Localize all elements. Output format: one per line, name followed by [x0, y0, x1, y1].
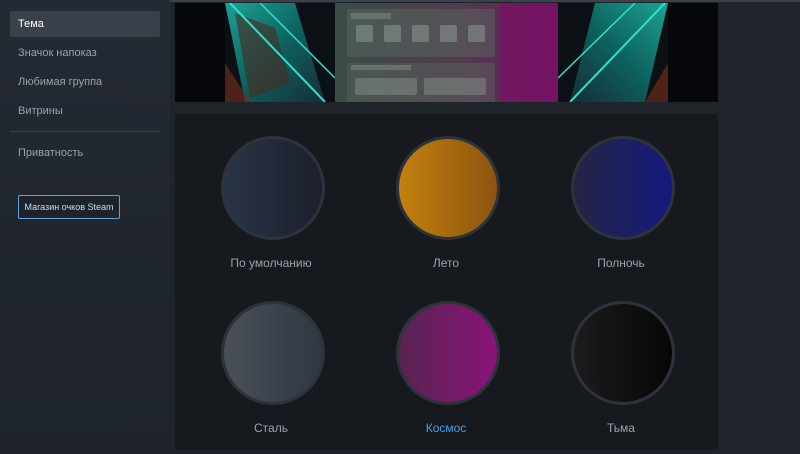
points-shop-button[interactable]: Магазин очков Steam: [18, 195, 120, 219]
sidebar-item-featured-badge[interactable]: Значок напоказ: [10, 40, 160, 66]
theme-swatch: [221, 301, 325, 405]
theme-swatch: [221, 136, 325, 240]
sidebar: Тема Значок напоказ Любимая группа Витри…: [0, 0, 170, 454]
top-border: [170, 0, 800, 2]
theme-label: Сталь: [254, 421, 288, 435]
theme-label: По умолчанию: [230, 256, 312, 270]
theme-preview-image: [175, 3, 718, 102]
theme-swatch: [396, 136, 500, 240]
sidebar-item-showcases[interactable]: Витрины: [10, 98, 160, 124]
sidebar-item-theme[interactable]: Тема: [10, 11, 160, 37]
theme-label: Полночь: [597, 256, 645, 270]
theme-label: Тьма: [607, 421, 635, 435]
theme-swatch: [396, 301, 500, 405]
sidebar-divider: [10, 131, 160, 132]
sidebar-item-favorite-group[interactable]: Любимая группа: [10, 69, 160, 95]
theme-swatch: [571, 136, 675, 240]
theme-picker-panel: По умолчанию Лето Полночь Сталь Космос Т…: [175, 114, 718, 450]
theme-swatch: [571, 301, 675, 405]
sidebar-item-privacy[interactable]: Приватность: [10, 140, 160, 166]
theme-label: Лето: [432, 256, 460, 270]
theme-label: Космос: [425, 421, 467, 435]
